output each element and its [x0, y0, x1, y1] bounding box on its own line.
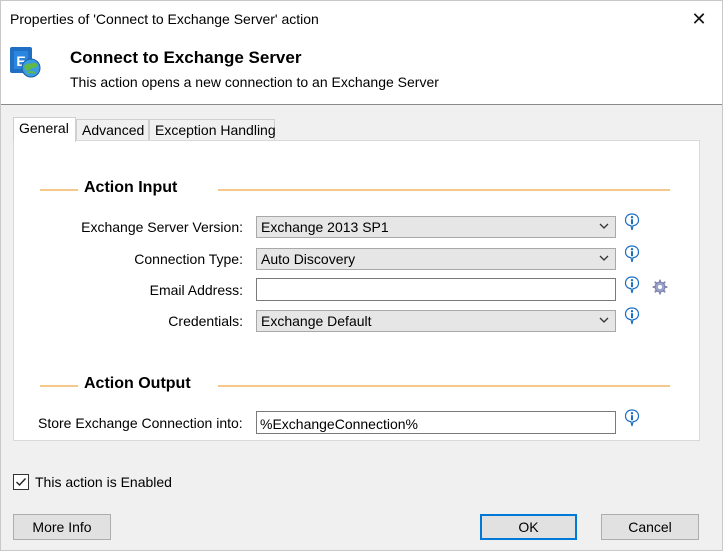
properties-dialog: Properties of 'Connect to Exchange Serve…	[0, 0, 723, 551]
chevron-down-icon	[599, 255, 609, 261]
section-divider	[218, 385, 670, 387]
checkmark-icon	[16, 478, 27, 487]
general-tab-panel: Action Input Exchange Server Version: Ex…	[13, 140, 700, 441]
connection-type-value: Auto Discovery	[261, 251, 356, 267]
chevron-down-icon	[599, 223, 609, 229]
action-input-section: Action Input	[40, 179, 670, 199]
server-version-dropdown[interactable]: Exchange 2013 SP1	[256, 216, 616, 238]
action-header: E Connect to Exchange Server This action…	[1, 38, 722, 105]
action-output-section: Action Output	[40, 375, 670, 395]
action-output-heading: Action Output	[84, 375, 191, 392]
action-description: This action opens a new connection to an…	[70, 74, 439, 90]
server-version-label: Exchange Server Version:	[81, 219, 243, 235]
section-divider	[218, 189, 670, 191]
action-input-heading: Action Input	[84, 179, 178, 196]
gear-icon[interactable]	[652, 279, 668, 295]
credentials-dropdown[interactable]: Exchange Default	[256, 310, 616, 332]
credentials-value: Exchange Default	[261, 313, 372, 329]
chevron-down-icon	[599, 317, 609, 323]
exchange-server-icon: E	[10, 47, 41, 78]
credentials-label: Credentials:	[168, 313, 243, 329]
tab-advanced[interactable]: Advanced	[76, 119, 149, 141]
section-divider	[40, 385, 78, 387]
title-bar: Properties of 'Connect to Exchange Serve…	[1, 1, 722, 38]
store-connection-label: Store Exchange Connection into:	[38, 415, 243, 431]
window-title: Properties of 'Connect to Exchange Serve…	[10, 11, 319, 27]
tab-exception-handling[interactable]: Exception Handling	[149, 119, 276, 141]
info-icon[interactable]	[624, 213, 640, 231]
cancel-button[interactable]: Cancel	[601, 514, 699, 540]
close-button[interactable]: ✕	[676, 1, 722, 38]
email-address-field[interactable]	[256, 278, 616, 301]
info-icon[interactable]	[624, 307, 640, 325]
more-info-button[interactable]: More Info	[13, 514, 111, 540]
close-icon: ✕	[691, 9, 707, 29]
store-connection-field[interactable]	[256, 411, 616, 434]
enabled-checkbox[interactable]	[13, 474, 29, 490]
ok-button[interactable]: OK	[480, 514, 577, 540]
info-icon[interactable]	[624, 245, 640, 263]
info-icon[interactable]	[624, 409, 640, 427]
action-title: Connect to Exchange Server	[70, 48, 302, 67]
enabled-label: This action is Enabled	[35, 474, 172, 490]
connection-type-dropdown[interactable]: Auto Discovery	[256, 248, 616, 270]
section-divider	[40, 189, 78, 191]
tab-general[interactable]: General	[13, 117, 76, 142]
connection-type-label: Connection Type:	[134, 251, 243, 267]
info-icon[interactable]	[624, 276, 640, 294]
email-address-label: Email Address:	[149, 282, 243, 298]
server-version-value: Exchange 2013 SP1	[261, 219, 389, 235]
